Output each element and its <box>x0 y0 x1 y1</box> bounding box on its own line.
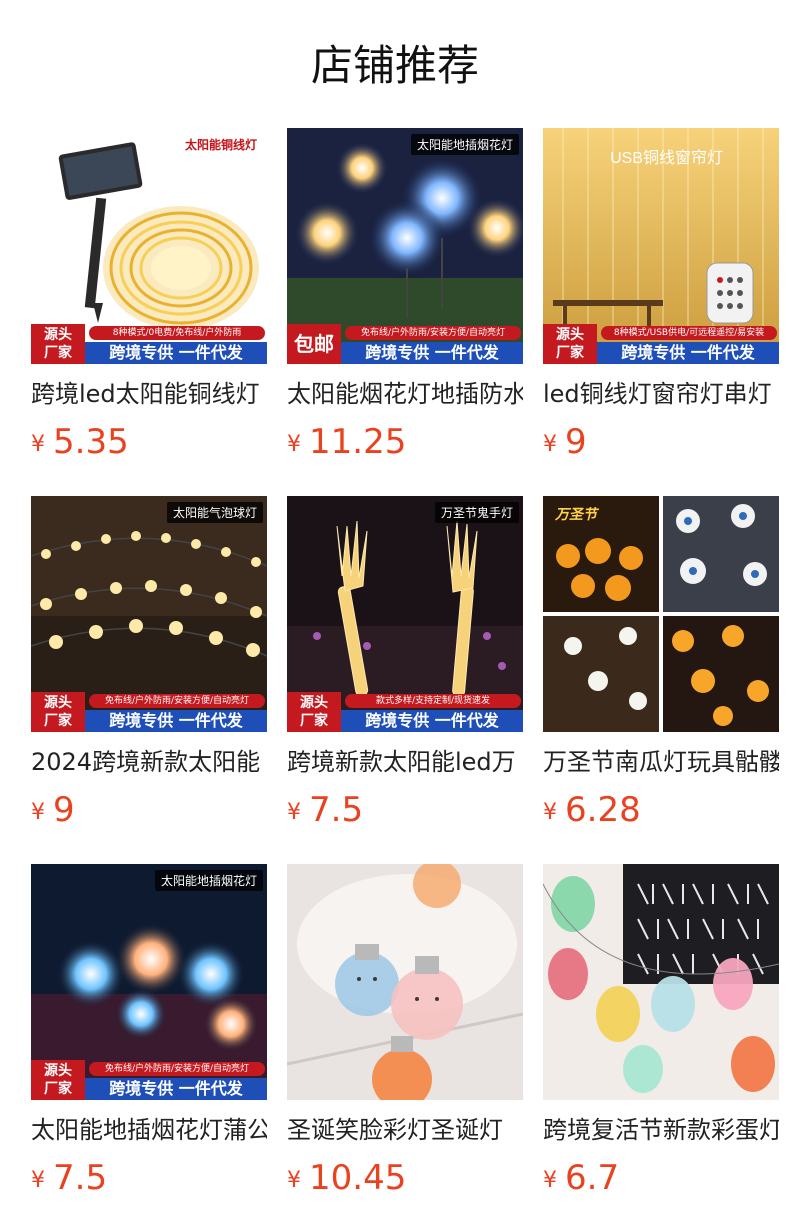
banner-slogan: 跨境专供 一件代发 <box>341 342 523 364</box>
product-price: ¥7.5 <box>287 788 523 838</box>
product-name[interactable]: 跨境新款太阳能led万 <box>287 746 523 778</box>
product-image[interactable] <box>543 864 779 1100</box>
product-image[interactable]: 太阳能地插烟花灯 包邮 免布线/户外防雨/安装方便/自动亮灯 跨境专供 一件代发 <box>287 128 523 364</box>
price-value: 7.5 <box>309 790 364 830</box>
promo-banner: 源头厂家 8种模式/USB供电/可远程遥控/易安装 跨境专供 一件代发 <box>543 324 779 364</box>
product-grid: 太阳能铜线灯 源头 厂家 8种模式/0电费/免布线/户外防雨 跨境专供 一件代发 … <box>31 128 779 1232</box>
currency-symbol: ¥ <box>31 1168 45 1193</box>
banner-source-line: 源头 <box>556 327 584 343</box>
product-card[interactable]: 太阳能铜线灯 源头 厂家 8种模式/0电费/免布线/户外防雨 跨境专供 一件代发 … <box>31 128 267 496</box>
banner-source-line: 厂家 <box>44 1081 72 1097</box>
banner-source-line: 源头 <box>300 695 328 711</box>
product-card[interactable]: USB铜线窗帘灯 源头厂家 8种模式/USB供电/可远程遥控/易安装 跨境专供 … <box>543 128 779 496</box>
banner-source-line: 厂家 <box>44 345 72 361</box>
currency-symbol: ¥ <box>31 432 45 457</box>
banner-source-line: 源头 <box>44 695 72 711</box>
image-tag: 太阳能气泡球灯 <box>166 502 263 523</box>
product-card[interactable]: 太阳能地插烟花灯 源头厂家 免布线/户外防雨/安装方便/自动亮灯 跨境专供 一件… <box>31 864 267 1232</box>
product-name[interactable]: 太阳能烟花灯地插防水 <box>287 378 523 410</box>
banner-source-line: 厂家 <box>44 713 72 729</box>
banner-features: 8种模式/0电费/免布线/户外防雨 <box>89 326 265 340</box>
currency-symbol: ¥ <box>287 800 301 825</box>
banner-source-line: 厂家 <box>300 713 328 729</box>
banner-slogan: 跨境专供 一件代发 <box>85 342 267 364</box>
banner-source-label: 源头 厂家 <box>31 692 85 732</box>
product-price: ¥9 <box>543 420 779 470</box>
banner-slogan: 跨境专供 一件代发 <box>85 1078 267 1100</box>
price-value: 7.5 <box>53 1158 108 1198</box>
product-image[interactable]: 太阳能气泡球灯 源头厂家 免布线/户外防雨/安装方便/自动亮灯 跨境专供 一件代… <box>31 496 267 732</box>
currency-symbol: ¥ <box>543 1168 557 1193</box>
promo-banner: 源头厂家 免布线/户外防雨/安装方便/自动亮灯 跨境专供 一件代发 <box>31 1060 267 1100</box>
promo-banner: 源头厂家 8种模式/0电费/免布线/户外防雨 跨境专供 一件代发 <box>31 324 267 364</box>
banner-source-label: 源头 厂家 <box>31 324 85 364</box>
banner-slogan: 跨境专供 一件代发 <box>341 710 523 732</box>
product-name[interactable]: 2024跨境新款太阳能 <box>31 746 267 778</box>
section-title: 店铺推荐 <box>310 41 479 90</box>
product-name[interactable]: 太阳能地插烟花灯蒲公 <box>31 1114 267 1146</box>
product-card[interactable]: 圣诞笑脸彩灯圣诞灯 ¥10.45 <box>287 864 523 1232</box>
image-tag: 万圣节 <box>555 506 597 522</box>
image-tag: 太阳能铜线灯 <box>184 138 257 152</box>
image-tag: 太阳能地插烟花灯 <box>154 870 263 891</box>
product-image[interactable]: 太阳能铜线灯 源头厂家 8种模式/0电费/免布线/户外防雨 跨境专供 一件代发 <box>31 128 267 364</box>
product-price: ¥11.25 <box>287 420 523 470</box>
currency-symbol: ¥ <box>287 432 301 457</box>
banner-features: 8种模式/USB供电/可远程遥控/易安装 <box>601 326 777 340</box>
product-image[interactable]: 万圣节鬼手灯 源头厂家 款式多样/支持定制/现货速发 跨境专供 一件代发 <box>287 496 523 732</box>
image-tag: USB铜线窗帘灯 <box>610 150 723 167</box>
banner-features: 免布线/户外防雨/安装方便/自动亮灯 <box>345 326 521 340</box>
price-value: 6.28 <box>565 790 641 830</box>
banner-source-line: 源头 <box>44 1063 72 1079</box>
product-price: ¥5.35 <box>31 420 267 470</box>
product-image[interactable]: USB铜线窗帘灯 源头厂家 8种模式/USB供电/可远程遥控/易安装 跨境专供 … <box>543 128 779 364</box>
banner-features: 款式多样/支持定制/现货速发 <box>345 694 521 708</box>
product-image[interactable]: 太阳能地插烟花灯 源头厂家 免布线/户外防雨/安装方便/自动亮灯 跨境专供 一件… <box>31 864 267 1100</box>
product-image[interactable] <box>287 864 523 1100</box>
product-price: ¥6.7 <box>543 1156 779 1206</box>
product-price: ¥6.28 <box>543 788 779 838</box>
price-value: 10.45 <box>309 1158 407 1198</box>
currency-symbol: ¥ <box>543 432 557 457</box>
product-price: ¥9 <box>31 788 267 838</box>
product-name[interactable]: 跨境led太阳能铜线灯 <box>31 378 267 410</box>
image-tag: 万圣节鬼手灯 <box>434 502 519 523</box>
product-image[interactable]: 万圣节 <box>543 496 779 732</box>
product-price: ¥7.5 <box>31 1156 267 1206</box>
image-tag: 太阳能地插烟花灯 <box>410 134 519 155</box>
banner-slogan: 跨境专供 一件代发 <box>597 342 779 364</box>
product-card[interactable]: 太阳能气泡球灯 源头厂家 免布线/户外防雨/安装方便/自动亮灯 跨境专供 一件代… <box>31 496 267 864</box>
promo-banner: 源头厂家 免布线/户外防雨/安装方便/自动亮灯 跨境专供 一件代发 <box>31 692 267 732</box>
banner-source-line: 源头 <box>44 327 72 343</box>
promo-banner: 源头厂家 款式多样/支持定制/现货速发 跨境专供 一件代发 <box>287 692 523 732</box>
product-card[interactable]: 太阳能地插烟花灯 包邮 免布线/户外防雨/安装方便/自动亮灯 跨境专供 一件代发… <box>287 128 523 496</box>
banner-source-label: 源头 厂家 <box>543 324 597 364</box>
price-value: 11.25 <box>309 422 407 462</box>
price-value: 9 <box>565 422 587 462</box>
recommendation-page: 店铺推荐 太阳能铜线灯 源头 厂家 8种模式/0电费/免布线/户外防雨 跨境专供… <box>0 0 790 1232</box>
product-card[interactable]: 跨境复活节新款彩蛋灯 ¥6.7 <box>543 864 779 1232</box>
product-name[interactable]: 圣诞笑脸彩灯圣诞灯 <box>287 1114 523 1146</box>
product-name[interactable]: 万圣节南瓜灯玩具骷髅 <box>543 746 779 778</box>
banner-features: 免布线/户外防雨/安装方便/自动亮灯 <box>89 1062 265 1076</box>
banner-source-label: 源头 厂家 <box>287 692 341 732</box>
banner-slogan: 跨境专供 一件代发 <box>85 710 267 732</box>
currency-symbol: ¥ <box>287 1168 301 1193</box>
banner-source-label: 包邮 <box>287 324 341 364</box>
currency-symbol: ¥ <box>543 800 557 825</box>
product-card[interactable]: 万圣节 万圣节南瓜灯玩具骷髅 ¥6.28 <box>543 496 779 864</box>
banner-source-label: 源头 厂家 <box>31 1060 85 1100</box>
product-card[interactable]: 万圣节鬼手灯 源头厂家 款式多样/支持定制/现货速发 跨境专供 一件代发 跨境新… <box>287 496 523 864</box>
banner-source-line: 厂家 <box>556 345 584 361</box>
price-value: 9 <box>53 790 75 830</box>
banner-features: 免布线/户外防雨/安装方便/自动亮灯 <box>89 694 265 708</box>
price-value: 6.7 <box>565 1158 620 1198</box>
product-price: ¥10.45 <box>287 1156 523 1206</box>
price-value: 5.35 <box>53 422 129 462</box>
promo-banner: 包邮 免布线/户外防雨/安装方便/自动亮灯 跨境专供 一件代发 <box>287 324 523 364</box>
currency-symbol: ¥ <box>31 800 45 825</box>
product-name[interactable]: 跨境复活节新款彩蛋灯 <box>543 1114 779 1146</box>
product-name[interactable]: led铜线灯窗帘灯串灯 <box>543 378 779 410</box>
